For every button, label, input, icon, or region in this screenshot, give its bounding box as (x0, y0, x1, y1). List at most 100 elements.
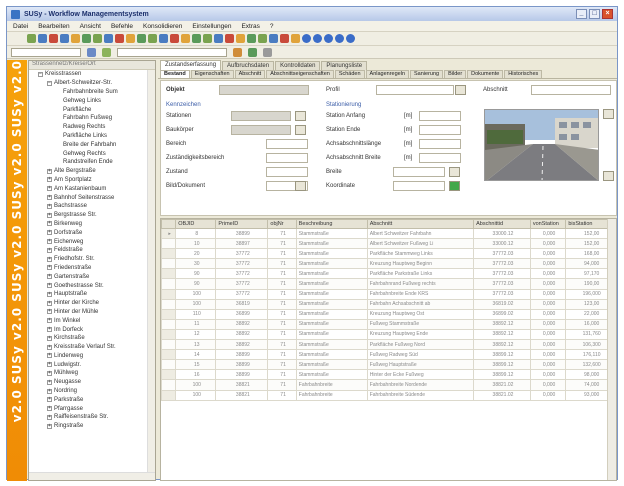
save-icon[interactable] (82, 34, 91, 43)
tree-expander-icon[interactable]: + (47, 283, 52, 289)
tree-node[interactable]: + Alte Bergstraße (29, 167, 155, 176)
tree-expander-icon[interactable]: + (47, 274, 52, 280)
menu-item[interactable]: Ansicht (80, 23, 101, 30)
table-row[interactable]: 90 37772 71 Stammstraße Parkfläche Parkstraß… (161, 268, 616, 280)
tree-expander-icon[interactable]: + (47, 309, 52, 315)
tree-node[interactable]: + Hinter der Mühle (29, 308, 155, 317)
tree-expander-icon[interactable]: + (47, 168, 52, 174)
tree-expander-icon[interactable]: + (47, 423, 52, 429)
tree-node[interactable]: + Ludwigstr. (29, 360, 155, 369)
tree-expander-icon[interactable]: + (47, 265, 52, 271)
table-row[interactable]: 12 38892 71 Stammstraße Kreuzung Hauptweg En… (161, 328, 616, 341)
tree-expander-icon[interactable]: + (47, 353, 52, 359)
tree-node[interactable]: + Neugasse (29, 378, 155, 387)
tree-expander-icon[interactable]: − (47, 80, 52, 86)
undo-icon[interactable] (93, 34, 102, 43)
minimize-button[interactable]: _ (576, 9, 587, 19)
subtab-sanierung[interactable]: Sanierung (410, 70, 444, 78)
tree-expander-icon[interactable]: + (47, 397, 52, 403)
column-header[interactable]: Beschreibung (295, 219, 368, 229)
lookup-button[interactable] (295, 181, 306, 191)
column-header[interactable]: objNr (267, 219, 297, 229)
filter-icon[interactable] (126, 34, 135, 43)
sort-icon[interactable] (137, 34, 146, 43)
column-header[interactable]: vonStation (529, 219, 567, 229)
cut-icon[interactable] (115, 34, 124, 43)
photo-next-button[interactable] (603, 171, 614, 181)
tree-node[interactable]: + Friedenstraße (29, 264, 155, 273)
tab-planungsliste[interactable]: Planungsliste (321, 61, 368, 70)
form-field[interactable] (393, 181, 445, 191)
import-icon[interactable] (203, 34, 212, 43)
refresh-icon[interactable] (102, 47, 111, 57)
table-row[interactable]: ▸ 8 38899 71 Stammstraße Albert Schweitzer Fa… (161, 227, 616, 240)
filter-field[interactable] (11, 47, 81, 57)
subtab-anlagenregeln[interactable]: Anlagenregeln (365, 70, 410, 78)
table-row[interactable]: 100 38821 71 Fahrbahnbreite Fahrbahnbreite N… (161, 379, 616, 391)
tree-expander-icon[interactable]: + (47, 239, 52, 245)
tree-node[interactable]: + Am Kastanienbaum (29, 184, 155, 193)
tree-node[interactable]: + Eichenweg (29, 237, 155, 246)
tree-expander-icon[interactable]: + (47, 318, 52, 324)
report-icon[interactable] (181, 34, 190, 43)
tree-node[interactable]: + Mühlweg (29, 369, 155, 378)
tree-node[interactable]: + Hinter der Kirche (29, 299, 155, 308)
tab-aufbruchsdaten[interactable]: Aufbruchsdaten (222, 61, 275, 70)
menu-item[interactable]: Konsolidieren (143, 23, 182, 30)
table-row[interactable]: 16 38899 71 Stammstraße Hinter der Ecke Fußw… (161, 369, 616, 381)
tree-node[interactable]: + Im Winkel (29, 316, 155, 325)
tree-node[interactable]: + Pfarrgasse (29, 404, 155, 413)
abschnitt-dropdown[interactable] (531, 85, 611, 95)
column-header[interactable]: OBJID (175, 219, 217, 229)
print-icon[interactable] (263, 47, 272, 57)
zoom-icon[interactable] (269, 34, 278, 43)
lookup-button[interactable] (295, 125, 306, 135)
nav-back-icon[interactable] (233, 47, 242, 57)
breite-lookup-button[interactable] (449, 167, 460, 177)
table-row[interactable]: 100 38821 71 Fahrbahnbreite Fahrbahnbreite S… (161, 389, 616, 401)
form-field[interactable] (419, 125, 461, 135)
tree-expander-icon[interactable]: + (47, 370, 52, 376)
tree-expander-icon[interactable]: + (47, 327, 52, 332)
column-header[interactable]: PrimeID (215, 219, 269, 229)
tree-vertical-scrollbar[interactable] (147, 70, 155, 472)
lookup-button[interactable] (295, 111, 306, 121)
tree-node[interactable]: + Bahnhof Seitenstrasse (29, 193, 155, 202)
tree-node[interactable]: + Lindenweg (29, 352, 155, 361)
circle-icon[interactable] (324, 34, 333, 43)
maximize-button[interactable]: □ (589, 9, 600, 19)
form-field[interactable] (393, 167, 445, 177)
tree-node[interactable]: + Im Dorfeck (29, 325, 155, 334)
tree-expander-icon[interactable]: + (47, 414, 52, 420)
close-button[interactable]: × (602, 9, 613, 19)
profil-lookup-button[interactable] (455, 85, 466, 95)
tree-expander-icon[interactable]: + (47, 406, 52, 412)
tree-expander-icon[interactable]: + (47, 344, 52, 350)
tree-expander-icon[interactable]: + (47, 247, 52, 253)
table-row[interactable]: 10 38897 71 Stammstraße Albert Schweitzer Fu… (161, 238, 616, 250)
tree-expander-icon[interactable]: + (47, 195, 52, 201)
tree-node[interactable]: − Albert-Schweitzer-Str. (29, 79, 155, 88)
redo-icon[interactable] (104, 34, 113, 43)
tree-node[interactable]: + Bachstrasse (29, 202, 155, 211)
circle-icon[interactable] (302, 34, 311, 43)
menu-item[interactable]: Einstellungen (192, 23, 231, 30)
circle-icon[interactable] (313, 34, 322, 43)
column-header[interactable] (161, 219, 177, 229)
object-tree[interactable]: Strassennetz/Kreise/Ort − Kreisstrassen − A… (28, 60, 156, 481)
menu-item[interactable]: Datei (13, 23, 28, 30)
table-row[interactable]: 90 37772 71 Stammstraße Fahrbahnrand Fußweg … (161, 278, 616, 290)
table-row[interactable]: 15 38899 71 Stammstraße Fußweg Hauptstraße 38… (161, 359, 616, 371)
tree-node[interactable]: Parkfläche Links (29, 132, 155, 141)
subtab-bestand[interactable]: Bestand (160, 70, 190, 78)
tree-node[interactable]: + Bergstrasse Str. (29, 211, 155, 220)
nav-forward-icon[interactable] (248, 47, 257, 57)
tab-zustandserfassung[interactable]: Zustandserfassung (160, 60, 222, 70)
form-field[interactable] (266, 139, 308, 149)
subtab-historisches[interactable]: Historisches (504, 70, 543, 78)
menu-item[interactable]: Extras (241, 23, 259, 30)
objekt-field[interactable] (219, 85, 309, 95)
subtab-schaeden[interactable]: Schäden (334, 70, 365, 78)
copy-icon[interactable] (60, 34, 69, 43)
menu-item[interactable]: Befehle (111, 23, 133, 30)
